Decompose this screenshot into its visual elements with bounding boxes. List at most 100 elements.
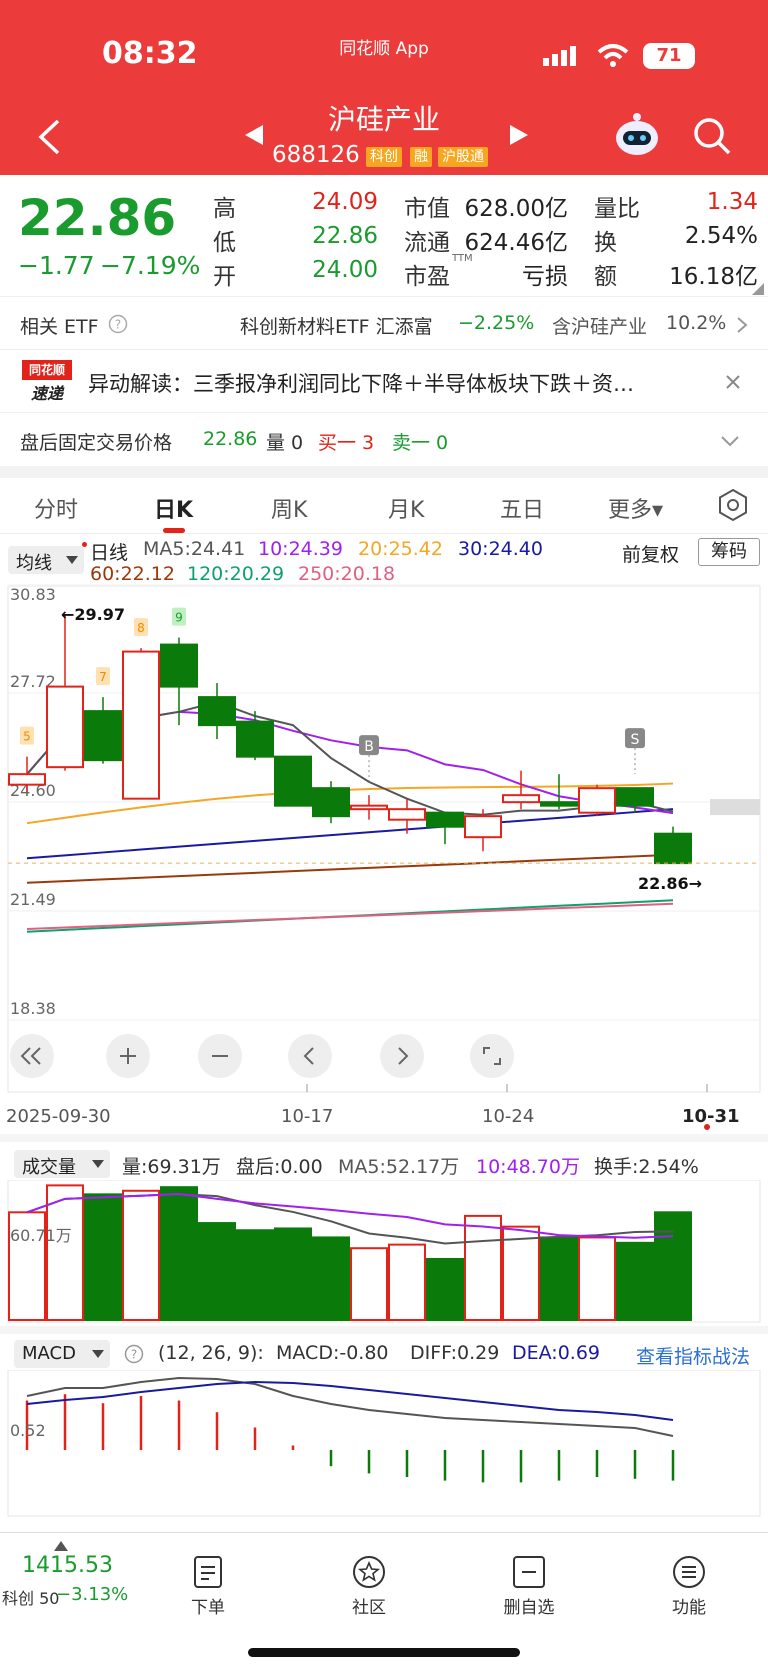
fullscreen-icon <box>483 1047 501 1065</box>
ma-selector[interactable]: 均线 <box>8 546 84 574</box>
diff-value: DIFF:0.29 <box>410 1342 500 1364</box>
indicator-strategy-link[interactable]: 查看指标战法 <box>636 1342 750 1369</box>
index-value[interactable]: 1415.53 <box>22 1553 113 1578</box>
tag-margin: 融 <box>410 147 432 167</box>
news-logo: 同花顺 速递 <box>22 360 72 404</box>
close-icon[interactable] <box>724 373 742 391</box>
etf-contain-label: 含沪硅产业 <box>552 316 648 338</box>
wifi-icon <box>597 44 629 67</box>
double-chevron-left-icon <box>20 1047 41 1065</box>
after-hours-row[interactable]: 盘后固定交易价格 22.86 量 0 买一 3 卖一 0 <box>0 414 768 466</box>
current-price-bar <box>710 799 760 816</box>
functions-label: 功能 <box>672 1598 706 1618</box>
macd-selector-label: MACD <box>22 1343 76 1364</box>
volume-bar <box>426 1257 464 1321</box>
ma60-line <box>26 853 674 884</box>
macd-selector[interactable]: MACD <box>14 1340 110 1368</box>
community-label: 社区 <box>352 1598 386 1618</box>
max-price-label: ←29.97 <box>61 605 125 624</box>
chevron-down-icon[interactable] <box>720 434 740 448</box>
etf-pct: −2.25% <box>458 312 535 334</box>
zoom-in-button[interactable] <box>106 1034 150 1078</box>
help-icon[interactable]: ? <box>124 1344 144 1364</box>
low-value: 22.86 <box>312 223 378 249</box>
x-date-1031: 10-31 <box>682 1106 740 1127</box>
signal-icon <box>543 46 576 66</box>
help-icon[interactable]: ? <box>108 314 128 334</box>
macd-dea-line <box>26 1380 674 1421</box>
candle-body <box>160 643 198 688</box>
order-label: 下单 <box>191 1598 225 1618</box>
chevron-right-icon <box>398 1047 409 1065</box>
robot-assistant-icon[interactable] <box>614 112 660 158</box>
tab-intraday[interactable]: 分时 <box>34 492 78 524</box>
candle-body <box>122 650 160 800</box>
collapse-left-button[interactable] <box>10 1034 54 1078</box>
ma5-value: MA5:24.41 <box>143 538 246 560</box>
scroll-right-button[interactable] <box>380 1034 424 1078</box>
last-price-label: 22.86→ <box>638 874 702 893</box>
turnover-label: 换 <box>594 230 617 256</box>
float-label: 流通 <box>404 230 450 256</box>
volume-bar <box>578 1236 616 1321</box>
tab-monthly-k[interactable]: 月K <box>388 492 424 524</box>
ma10-value: 10:24.39 <box>258 538 343 560</box>
scroll-left-button[interactable] <box>288 1034 332 1078</box>
chevron-left-icon <box>303 1047 314 1065</box>
tab-daily-k[interactable]: 日K <box>154 492 193 524</box>
volume-ratio-label: 量比 <box>594 196 640 222</box>
y-tick-label: 30.83 <box>10 585 56 604</box>
period-dot <box>82 542 87 547</box>
menu-circle-icon <box>673 1556 705 1588</box>
price-change: −1.77 <box>18 251 95 280</box>
candle-body <box>578 787 616 814</box>
section-divider <box>0 466 768 478</box>
tab-more[interactable]: 更多▾ <box>608 492 663 524</box>
news-row[interactable]: 同花顺 速递 异动解读：三季报净利润同比下降＋半导体板块下跌＋资… <box>0 351 768 413</box>
volume-selector[interactable]: 成交量 <box>14 1150 110 1178</box>
volume-turnover: 换手:2.54% <box>594 1156 699 1178</box>
next-stock-arrow-icon[interactable] <box>508 123 530 147</box>
turnover-value: 2.54% <box>684 223 758 249</box>
community-button[interactable]: 社区 <box>324 1555 414 1618</box>
volume-value: 量:69.31万 <box>122 1156 221 1178</box>
volume-bar <box>198 1222 236 1322</box>
ma30-value: 30:24.40 <box>458 538 543 560</box>
dropdown-caret-icon <box>66 556 78 564</box>
news-logo-bottom: 速递 <box>30 384 63 403</box>
after-hours-label: 盘后固定交易价格 <box>20 432 173 454</box>
tab-five-day[interactable]: 五日 <box>500 492 544 524</box>
related-etf-row[interactable]: 相关 ETF ? 科创新材料ETF 汇添富 −2.25% 含沪硅产业 10.2% <box>0 298 768 350</box>
macd-chart[interactable]: 0.52 <box>0 1370 768 1518</box>
functions-button[interactable]: 功能 <box>644 1555 734 1618</box>
volume-chart[interactable]: 60.71万 <box>0 1180 768 1324</box>
news-text[interactable]: 异动解读：三季报净利润同比下降＋半导体板块下跌＋资… <box>88 368 713 398</box>
high-label: 高 <box>213 196 236 222</box>
app-header: 08:32 同花顺 App 71 沪硅产业 688126 科创 融 沪股通 <box>0 0 768 175</box>
zoom-out-button[interactable] <box>198 1034 242 1078</box>
volume-bar <box>160 1186 198 1321</box>
expand-corner-icon[interactable] <box>752 283 764 295</box>
dropdown-caret-icon <box>92 1350 104 1358</box>
candle-body <box>654 832 692 865</box>
search-icon[interactable] <box>692 116 732 156</box>
x-date-1024: 10-24 <box>482 1106 535 1127</box>
order-doc-icon <box>194 1556 222 1588</box>
adjust-label[interactable]: 前复权 <box>622 540 679 567</box>
fullscreen-button[interactable] <box>470 1034 514 1078</box>
period-label: 日线 <box>90 542 129 564</box>
news-logo-top: 同花顺 <box>22 360 72 380</box>
stock-code: 688126 <box>272 142 360 168</box>
order-button[interactable]: 下单 <box>163 1555 253 1618</box>
chart-frame <box>7 585 761 1093</box>
tab-weekly-k[interactable]: 周K <box>271 492 307 524</box>
ma120-value: 120:20.29 <box>187 563 285 585</box>
volume-ma5: MA5:52.17万 <box>338 1156 460 1178</box>
chip-button[interactable]: 筹码 <box>698 538 760 566</box>
svg-text:?: ? <box>115 318 121 332</box>
battery-icon: 71 <box>643 43 695 69</box>
chevron-right-icon <box>737 317 748 333</box>
settings-hexagon-icon[interactable] <box>718 488 748 522</box>
remove-watchlist-button[interactable]: 删自选 <box>484 1555 574 1618</box>
volume-bar <box>540 1236 578 1321</box>
